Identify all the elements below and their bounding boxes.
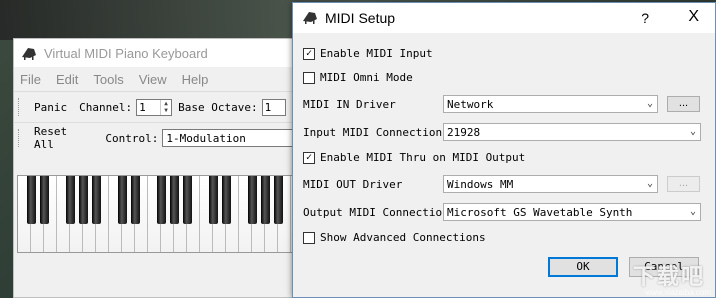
midi-out-driver-config-button[interactable]: ... — [667, 176, 700, 192]
vmpk-toolbar-1: Panic Channel: 1 ▲ ▼ Base Octave: 1 — [14, 91, 312, 122]
midi-out-driver-value: Windows MM — [447, 177, 514, 191]
input-midi-connection-label: Input MIDI Connection — [303, 126, 443, 139]
dialog-titlebar: MIDI Setup ? X — [293, 3, 715, 33]
enable-midi-input-checkbox[interactable]: ✓ — [303, 47, 315, 60]
enable-midi-thru-row[interactable]: ✓ Enable MIDI Thru on MIDI Output — [303, 151, 525, 164]
toolbar-grip[interactable] — [18, 129, 22, 147]
enable-midi-input-label: Enable MIDI Input — [320, 47, 433, 60]
control-label: Control: — [105, 131, 159, 145]
piano-black-key[interactable] — [157, 176, 166, 224]
input-midi-connection-value: 21928 — [447, 125, 481, 139]
enable-midi-thru-checkbox[interactable]: ✓ — [303, 151, 315, 164]
watermark-url: www.xiazaiba.com — [645, 288, 711, 297]
vmpk-title: Virtual MIDI Piano Keyboard — [44, 45, 208, 61]
midi-out-driver-label: MIDI OUT Driver — [303, 178, 403, 191]
output-midi-connection-value: Microsoft GS Wavetable Synth — [447, 205, 633, 219]
panic-button[interactable]: Panic — [28, 99, 73, 116]
base-octave-spinbox[interactable]: 1 — [261, 98, 286, 116]
vmpk-toolbar-2: Reset All Control: 1-Modulation — [14, 122, 312, 153]
chevron-down-icon: ⌄ — [646, 98, 653, 109]
piano-black-key[interactable] — [92, 176, 101, 224]
show-advanced-row[interactable]: Show Advanced Connections — [303, 231, 486, 244]
midi-in-driver-value: Network — [447, 97, 494, 111]
enable-midi-input-row[interactable]: ✓ Enable MIDI Input — [303, 47, 433, 60]
menu-file[interactable]: File — [20, 72, 41, 87]
piano-black-key[interactable] — [222, 176, 231, 224]
piano-black-key[interactable] — [170, 176, 179, 224]
piano-black-key[interactable] — [118, 176, 127, 224]
base-octave-label: Base Octave: — [178, 100, 258, 114]
piano-black-key[interactable] — [248, 176, 257, 224]
midi-in-driver-config-button[interactable]: ... — [667, 96, 700, 112]
control-value: 1-Modulation — [166, 131, 246, 145]
piano-black-key[interactable] — [79, 176, 88, 224]
piano-black-key[interactable] — [261, 176, 270, 224]
midi-omni-mode-row[interactable]: MIDI Omni Mode — [303, 71, 413, 84]
menu-edit[interactable]: Edit — [56, 72, 78, 87]
output-midi-connection-select[interactable]: Microsoft GS Wavetable Synth ⌄ — [443, 203, 701, 221]
show-advanced-checkbox[interactable] — [303, 231, 315, 244]
midi-in-driver-select[interactable]: Network ⌄ — [443, 95, 658, 113]
midi-out-driver-select[interactable]: Windows MM ⌄ — [443, 175, 658, 193]
vmpk-window: Virtual MIDI Piano Keyboard File Edit To… — [13, 38, 313, 298]
chevron-down-icon: ⌄ — [689, 126, 696, 137]
ok-button[interactable]: OK — [548, 257, 618, 277]
midi-omni-mode-label: MIDI Omni Mode — [320, 71, 413, 84]
spin-arrows-icon[interactable]: ▲ ▼ — [160, 99, 171, 115]
menu-tools[interactable]: Tools — [93, 72, 123, 87]
piano-black-key[interactable] — [209, 176, 218, 224]
piano-app-icon — [301, 9, 319, 28]
base-octave-value: 1 — [264, 100, 272, 114]
channel-value: 1 — [139, 100, 146, 114]
menu-help[interactable]: Help — [182, 72, 209, 87]
vmpk-menubar: File Edit Tools View Help — [14, 67, 312, 91]
enable-midi-thru-label: Enable MIDI Thru on MIDI Output — [320, 151, 526, 164]
midi-setup-dialog: MIDI Setup ? X ✓ Enable MIDI Input MIDI … — [292, 2, 716, 298]
reset-all-button[interactable]: Reset All — [28, 123, 99, 153]
midi-in-driver-label: MIDI IN Driver — [303, 98, 396, 111]
vmpk-titlebar: Virtual MIDI Piano Keyboard — [14, 39, 312, 67]
menu-view[interactable]: View — [139, 72, 167, 87]
chevron-down-icon: ⌄ — [689, 206, 696, 217]
channel-label: Channel: — [79, 100, 133, 114]
piano-app-icon — [20, 45, 38, 61]
piano-black-key[interactable] — [40, 176, 49, 224]
show-advanced-label: Show Advanced Connections — [320, 231, 486, 244]
close-button[interactable]: X — [688, 8, 699, 26]
midi-omni-mode-checkbox[interactable] — [303, 71, 315, 84]
piano-black-key[interactable] — [183, 176, 192, 224]
watermark-logo: 下载吧 — [632, 264, 705, 289]
piano-black-key[interactable] — [27, 176, 36, 224]
dialog-title: MIDI Setup — [325, 10, 396, 26]
input-midi-connection-select[interactable]: 21928 ⌄ — [443, 123, 701, 141]
output-midi-connection-label: Output MIDI Connection — [303, 206, 449, 219]
piano-black-key[interactable] — [66, 176, 75, 224]
help-button[interactable]: ? — [641, 10, 649, 26]
piano-black-key[interactable] — [131, 176, 140, 224]
toolbar-grip[interactable] — [18, 98, 22, 116]
piano-keyboard[interactable] — [17, 175, 295, 253]
channel-spinbox[interactable]: 1 ▲ ▼ — [136, 98, 173, 116]
chevron-down-icon: ⌄ — [646, 178, 653, 189]
piano-black-key[interactable] — [274, 176, 283, 224]
control-select[interactable]: 1-Modulation — [162, 129, 312, 147]
